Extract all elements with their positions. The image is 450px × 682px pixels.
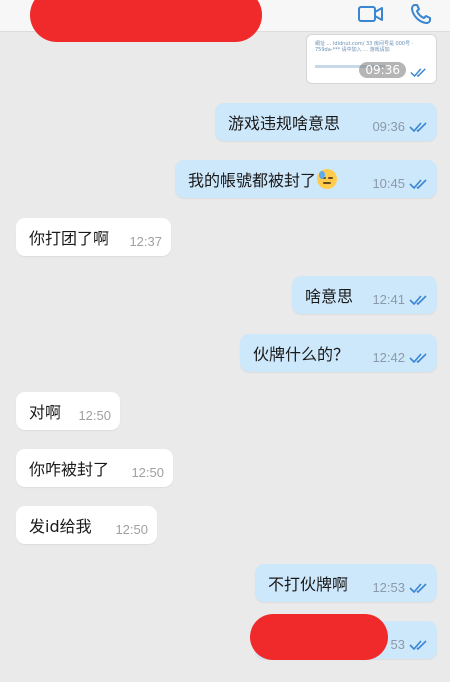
- message-time: 12:42: [372, 350, 405, 365]
- double-check-icon: [409, 640, 427, 650]
- redaction-mark: [250, 614, 388, 660]
- message-text: 游戏违规啥意思: [228, 114, 341, 133]
- double-check-icon: [409, 295, 427, 305]
- message-time: 10:45: [372, 176, 405, 191]
- message-bubble-incoming[interactable]: 发id给我 12:50: [16, 506, 157, 544]
- message-bubble-outgoing[interactable]: 我的帳號都被封了 10:45: [175, 160, 437, 198]
- thumbnail-text: 網址 ... Ididnut.com/ 33 房间号是 000号 · 759da…: [315, 41, 414, 53]
- message-time: 12:41: [372, 292, 405, 307]
- message-bubble-incoming[interactable]: 你咋被封了 12:50: [16, 449, 173, 487]
- message-time: 12:50: [115, 522, 148, 537]
- chat-header: ecently: [0, 0, 450, 42]
- double-check-icon: [410, 68, 426, 77]
- video-call-button[interactable]: [356, 2, 386, 26]
- message-text: 不打伙牌啊: [268, 575, 349, 594]
- message-bubble-outgoing[interactable]: 啥意思 12:41: [292, 276, 437, 314]
- message-time: 09:36: [359, 62, 406, 78]
- video-camera-icon: [358, 6, 383, 22]
- message-text: 伙牌什么的？: [253, 345, 350, 364]
- phone-icon: [411, 4, 431, 24]
- double-check-icon: [409, 583, 427, 593]
- message-text: 对啊: [29, 403, 62, 422]
- message-time: 53: [390, 637, 405, 652]
- message-bubble-incoming[interactable]: 你打团了啊 12:37: [16, 218, 171, 256]
- image-message-thumbnail[interactable]: 網址 ... Ididnut.com/ 33 房间号是 000号 · 759da…: [306, 34, 437, 84]
- message-bubble-outgoing[interactable]: 游戏违规啥意思 09:36: [215, 103, 437, 141]
- voice-call-button[interactable]: [407, 2, 437, 26]
- message-text: 我的帳號都被封了: [188, 171, 317, 190]
- message-text: 啥意思: [305, 287, 354, 306]
- sweat-face-icon: [317, 169, 338, 189]
- message-time: 12:53: [372, 580, 405, 595]
- double-check-icon: [409, 353, 427, 363]
- message-time: 12:37: [129, 234, 162, 249]
- message-text: 你咋被封了: [29, 460, 110, 479]
- message-text: 发id给我: [29, 517, 92, 536]
- double-check-icon: [409, 179, 427, 189]
- message-bubble-outgoing[interactable]: 伙牌什么的？ 12:42: [240, 334, 437, 372]
- message-time: 12:50: [78, 408, 111, 423]
- double-check-icon: [409, 122, 427, 132]
- redaction-mark: [30, 0, 262, 42]
- message-text: 你打团了啊: [29, 229, 110, 248]
- message-time: 09:36: [372, 119, 405, 134]
- message-bubble-outgoing[interactable]: 不打伙牌啊 12:53: [255, 564, 437, 602]
- message-time: 12:50: [131, 465, 164, 480]
- message-bubble-incoming[interactable]: 对啊 12:50: [16, 392, 120, 430]
